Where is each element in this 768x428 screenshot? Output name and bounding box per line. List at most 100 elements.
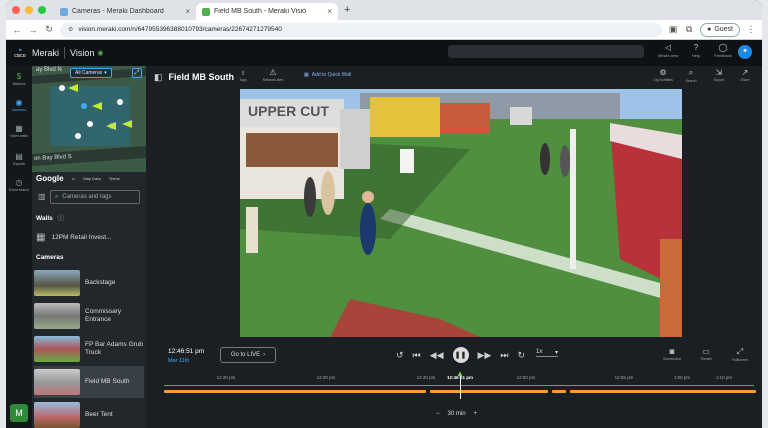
tab-search-icon[interactable]: ▣ <box>668 24 678 35</box>
close-tab-icon[interactable]: × <box>185 7 190 16</box>
fullscreen-button[interactable]: ⤢ Fullscreen <box>724 347 756 362</box>
camera-item-fp-bar-adams-grub-truck[interactable]: FP Bar Adams Grub Truck <box>34 334 144 364</box>
info-icon[interactable]: ⓘ <box>58 215 65 222</box>
terms-link[interactable]: Terms <box>109 176 120 181</box>
settings-icon: ⚙ <box>659 68 667 77</box>
camera-thumbnail <box>34 270 80 296</box>
camera-item-beer-tent[interactable]: Beer Tent <box>34 400 144 428</box>
forward-30-icon[interactable]: ↻ <box>517 350 525 361</box>
step-back-icon[interactable]: ◀◀ <box>430 350 444 361</box>
grid-icon: ▦ <box>15 124 23 133</box>
map-data-link[interactable]: Map Data <box>83 176 100 181</box>
expand-map-icon[interactable]: ⤢ <box>132 68 142 78</box>
playback-date[interactable]: Mar 11th <box>168 358 189 364</box>
speed-select[interactable]: 1x ▾ <box>536 349 558 357</box>
left-rail: $ Network ◉ Cameras ▦ Video walls ▤ Exports … <box>6 66 32 428</box>
browser-menu-icon[interactable]: ⋮ <box>746 24 756 35</box>
tool-label: Tags <box>239 78 247 82</box>
rail-item-event-search[interactable]: ◷ Event search <box>6 178 32 192</box>
step-forward-icon[interactable]: ▶▶ <box>478 350 492 361</box>
timeline-zoom: − 30 min + <box>436 411 477 417</box>
url-field[interactable]: ⚙ vision.meraki.com/n/647955396388010793… <box>60 22 663 37</box>
rail-item-network[interactable]: $ Network <box>6 72 32 86</box>
map-toggle-icon[interactable]: ▥ <box>38 192 46 201</box>
cfg-subtitles-button[interactable]: ⚙ Cfg Subtitles <box>648 68 678 82</box>
camera-search-input[interactable]: ⌕ Cameras and tags <box>50 190 140 204</box>
tabs-icon[interactable]: ⧉ <box>684 24 694 35</box>
recording-segment[interactable] <box>570 390 756 393</box>
back-icon[interactable]: ← <box>12 25 22 35</box>
wall-item[interactable]: ▦ 12PM Retail Invest... <box>36 232 111 243</box>
browser-tab-field-mb-south[interactable]: Field MB South - Meraki Visio × <box>196 3 338 20</box>
camera-item-commissary-entrance[interactable]: Commissary Entrance <box>34 301 144 331</box>
add-wall-label: Add to Quick Wall <box>311 72 352 78</box>
header-item-label: Help <box>691 53 701 58</box>
tool-label: Network alert <box>262 78 284 82</box>
rail-item-cameras[interactable]: ◉ Cameras <box>6 98 32 112</box>
camera-name: Commissary Entrance <box>85 308 122 323</box>
rail-label: Network <box>12 82 26 86</box>
recording-segment[interactable] <box>164 390 426 393</box>
search-button[interactable]: ⌕ Search <box>676 68 706 83</box>
camera-thumbnail <box>34 336 80 362</box>
avatar[interactable]: ✦ <box>738 45 752 59</box>
global-search-input[interactable] <box>448 45 644 58</box>
rail-item-exports[interactable]: ▤ Exports <box>6 152 32 166</box>
skip-back-icon[interactable]: ⏮ <box>413 350 421 361</box>
recording-segment[interactable] <box>552 390 566 393</box>
camera-map[interactable]: ay Blvd N on Bay Blvd S All Cameras ▾ ⤢ <box>32 66 146 172</box>
divider <box>64 47 66 59</box>
pause-button[interactable]: ❚❚ <box>452 347 469 363</box>
header-item-label: Feedback <box>714 53 732 58</box>
camera-item-field-mb-south[interactable]: Field MB South <box>34 366 144 398</box>
megaphone-icon: ◁ <box>664 43 672 52</box>
zoom-out-button[interactable]: − <box>436 411 440 417</box>
map-filter-dropdown[interactable]: All Cameras ▾ <box>70 68 112 78</box>
new-tab-icon[interactable]: + <box>338 4 356 20</box>
close-tab-icon[interactable]: × <box>327 7 332 16</box>
screenshot-button[interactable]: ◙ Screenshot <box>656 347 688 361</box>
video-player[interactable]: UPPER CUT <box>240 89 682 337</box>
speed-value: 1x <box>536 349 543 355</box>
wall-item-label: 12PM Retail Invest... <box>51 234 112 241</box>
rail-item-video-walls[interactable]: ▦ Video walls <box>6 124 32 138</box>
camera-thumbnail <box>34 303 80 329</box>
tag-icon: ♁ <box>240 68 246 77</box>
site-info-icon[interactable]: ⚙ <box>68 26 73 33</box>
share-button[interactable]: ↗ Share <box>730 68 760 82</box>
cameras-heading: Cameras <box>36 254 64 261</box>
help-icon: ? <box>693 43 699 52</box>
timeline[interactable]: 12:20 pm 12:30 pm 12:40 pm 12:46:51 pm 1… <box>164 369 756 399</box>
guest-profile-button[interactable]: ● Guest <box>700 22 740 37</box>
network-alert-button[interactable]: ⚠ Network alert <box>258 68 288 82</box>
tags-button[interactable]: ♁ Tags <box>228 68 258 82</box>
add-to-quick-wall-button[interactable]: ▦ Add to Quick Wall <box>304 72 351 78</box>
product-menu-icon[interactable]: ◉ <box>97 49 103 57</box>
go-to-live-button[interactable]: Go to LIVE › <box>220 347 276 363</box>
video-sign-text: UPPER CUT <box>248 103 329 119</box>
browser-tab-cameras[interactable]: Cameras - Meraki Dashboard × <box>54 3 196 20</box>
playhead[interactable] <box>460 375 461 399</box>
rail-label: Exports <box>13 162 25 166</box>
forward-icon[interactable]: → <box>28 25 38 35</box>
minimize-window-button[interactable] <box>25 6 33 14</box>
camera-name: Field MB South <box>85 378 130 385</box>
theater-button[interactable]: ▭ Theater <box>690 347 722 361</box>
recording-segment[interactable] <box>430 390 548 393</box>
help-button[interactable]: ? Help <box>682 43 710 58</box>
camera-item-backstage[interactable]: Backstage <box>34 268 144 298</box>
motion-track <box>164 385 754 386</box>
feedback-button[interactable]: ◯ Feedback <box>709 43 737 58</box>
close-window-button[interactable] <box>12 6 20 14</box>
cisco-logo: ıılıı cisco <box>12 47 28 59</box>
rewind-30-icon[interactable]: ↺ <box>396 350 404 361</box>
reload-icon[interactable]: ↻ <box>44 24 54 35</box>
zoom-in-button[interactable]: + <box>474 411 478 417</box>
panel-toggle-icon[interactable]: ◧ <box>154 72 163 83</box>
maximize-window-button[interactable] <box>38 6 46 14</box>
meraki-m-logo[interactable]: M <box>10 404 28 422</box>
whats-new-button[interactable]: ◁ What's new <box>654 43 682 58</box>
go-live-label: Go to LIVE <box>230 352 261 358</box>
playback-time: 12:46:51 pm <box>168 348 205 355</box>
skip-forward-icon[interactable]: ⏭ <box>500 350 508 361</box>
